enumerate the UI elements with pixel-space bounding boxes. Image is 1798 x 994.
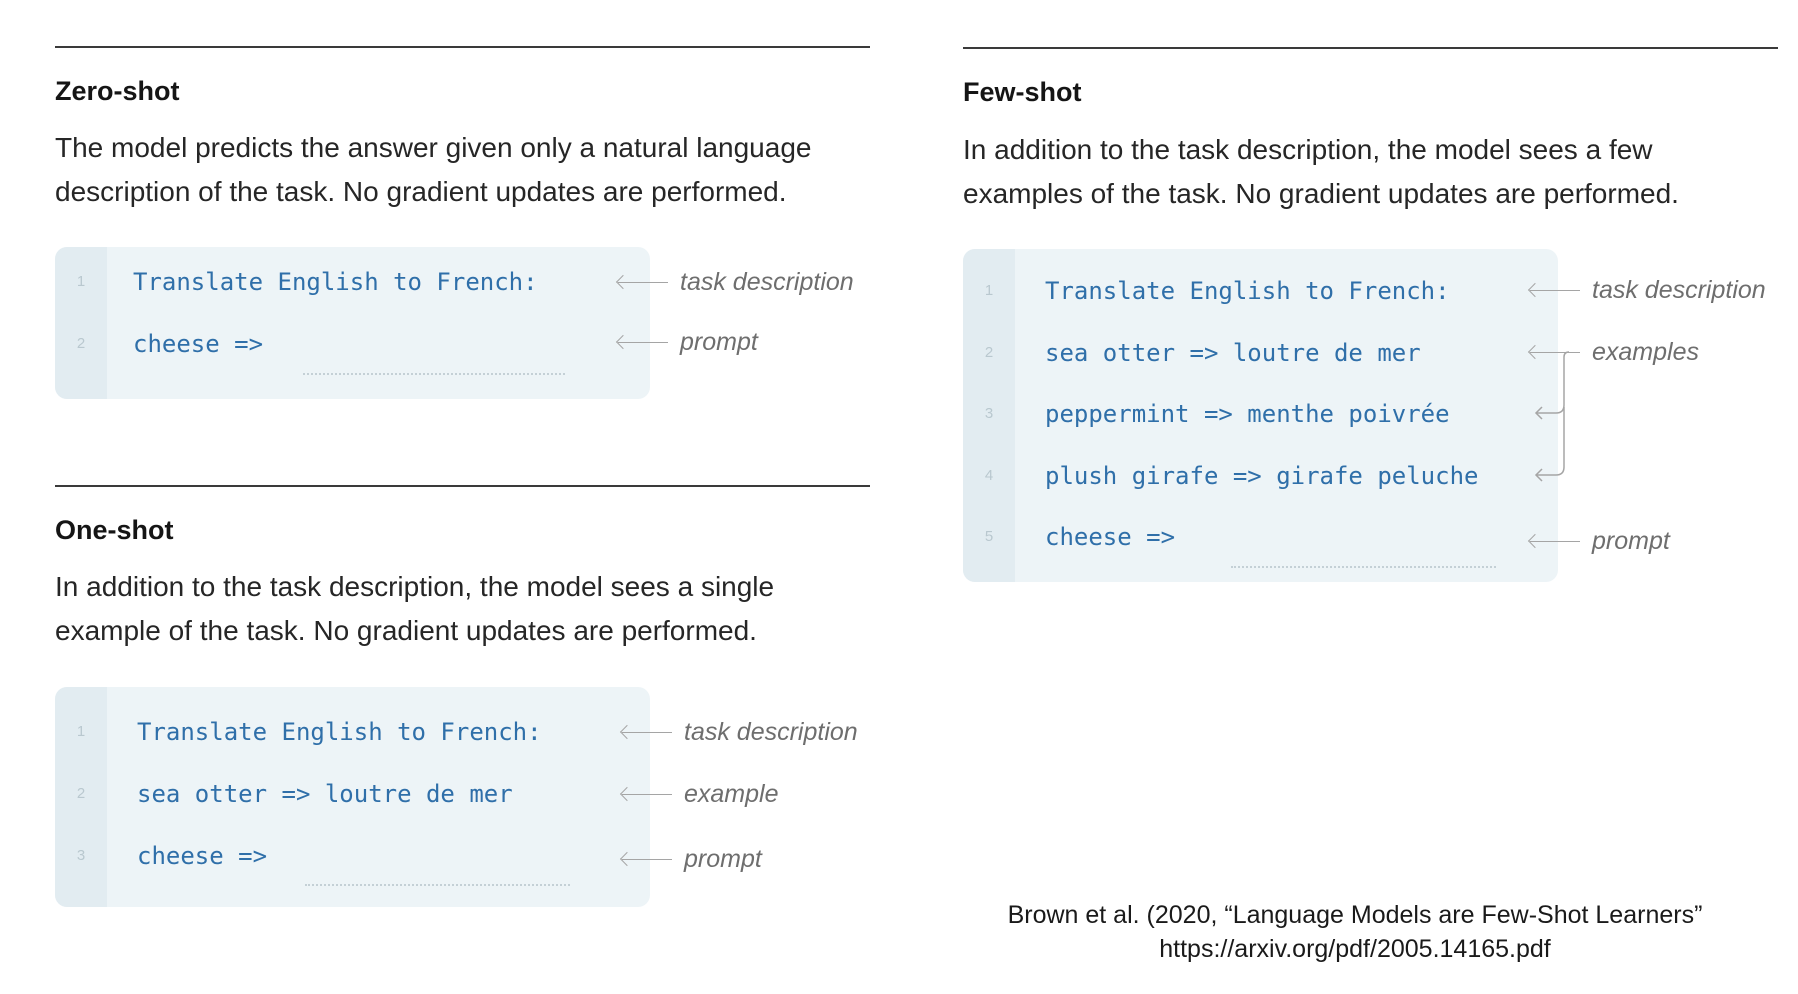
one-shot-description-line-1: In addition to the task description, the… <box>55 571 775 602</box>
zero-shot-divider <box>55 46 870 48</box>
citation-reference: Brown et al. (2020, “Language Models are… <box>1007 901 1703 929</box>
few-shot-description-line-2: examples of the task. No gradient update… <box>963 178 1679 209</box>
few-shot-panel: Few-shot In addition to the task descrip… <box>963 47 1778 587</box>
code-text: cheese => <box>133 330 264 358</box>
few-shot-description-line-1: In addition to the task description, the… <box>963 134 1653 165</box>
code-text: plush girafe => girafe peluche <box>1045 462 1479 490</box>
annotation-label: task description <box>1592 276 1766 304</box>
line-number: 2 <box>76 335 86 352</box>
one-shot-description: In addition to the task description, the… <box>55 565 774 653</box>
line-number: 2 <box>76 785 86 802</box>
code-text: sea otter => loutre de mer <box>1045 339 1421 367</box>
line-number: 1 <box>984 282 994 299</box>
code-text: peppermint => menthe poivrée <box>1045 400 1450 428</box>
zero-shot-title: Zero-shot <box>55 76 180 106</box>
line-number: 2 <box>984 344 994 361</box>
line-number: 5 <box>984 528 994 545</box>
line-number: 4 <box>984 467 994 484</box>
arrow-left-icon <box>1530 290 1580 291</box>
arrow-left-icon <box>618 282 668 283</box>
line-number: 1 <box>76 723 86 740</box>
line-number: 1 <box>76 273 86 290</box>
few-shot-title: Few-shot <box>963 77 1082 107</box>
one-shot-divider <box>55 485 870 487</box>
zero-shot-description-line-1: The model predicts the answer given only… <box>55 132 812 163</box>
one-shot-title: One-shot <box>55 515 174 545</box>
annotation-label: prompt <box>684 845 762 873</box>
zero-shot-description: The model predicts the answer given only… <box>55 126 811 214</box>
code-text: Translate English to French: <box>1045 277 1450 305</box>
examples-bracket <box>1534 351 1570 482</box>
annotation-label: task description <box>684 718 858 746</box>
annotation-label: examples <box>1592 338 1699 366</box>
code-text: Translate English to French: <box>133 268 538 296</box>
arrow-left-icon <box>1530 541 1580 542</box>
arrow-left-icon <box>622 859 672 860</box>
annotation-label: example <box>684 780 779 808</box>
zero-shot-panel: Zero-shot The model predicts the answer … <box>55 46 870 406</box>
zero-shot-code-block: 1 Translate English to French: 2 cheese … <box>55 247 650 399</box>
code-text: Translate English to French: <box>137 718 542 746</box>
arrow-left-icon <box>618 342 668 343</box>
one-shot-description-line-2: example of the task. No gradient updates… <box>55 615 757 646</box>
zero-shot-description-line-2: description of the task. No gradient upd… <box>55 176 787 207</box>
annotation-label: task description <box>680 268 854 296</box>
annotation-label: prompt <box>1592 527 1670 555</box>
code-text: cheese => <box>137 842 268 870</box>
one-shot-code-block: 1 Translate English to French: 2 sea ott… <box>55 687 650 907</box>
prompt-blank-line <box>1231 566 1496 568</box>
few-shot-code-block: 1 Translate English to French: 2 sea ott… <box>963 249 1558 582</box>
code-text: cheese => <box>1045 523 1176 551</box>
annotation-label: prompt <box>680 328 758 356</box>
prompt-blank-line <box>303 373 565 375</box>
citation: Brown et al. (2020, “Language Models are… <box>960 898 1750 966</box>
few-shot-divider <box>963 47 1778 49</box>
line-number: 3 <box>984 405 994 422</box>
few-shot-description: In addition to the task description, the… <box>963 128 1679 216</box>
one-shot-panel: One-shot In addition to the task descrip… <box>55 485 870 915</box>
citation-url: https://arxiv.org/pdf/2005.14165.pdf <box>1159 935 1551 963</box>
line-number: 3 <box>76 847 86 864</box>
arrow-left-icon <box>622 794 672 795</box>
prompt-blank-line <box>305 884 570 886</box>
arrow-left-icon <box>622 732 672 733</box>
code-text: sea otter => loutre de mer <box>137 780 513 808</box>
